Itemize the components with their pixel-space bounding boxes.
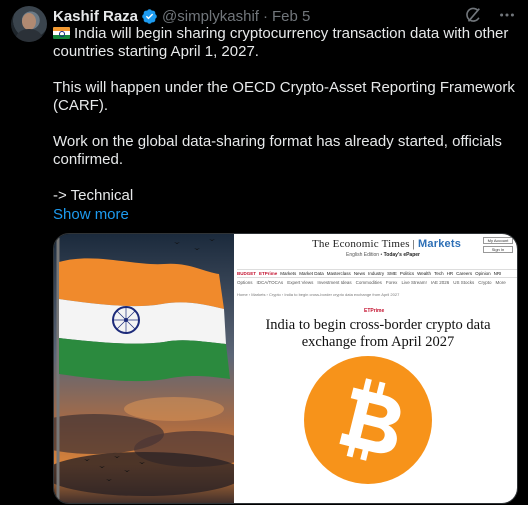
et-account-buttons: My Account Sign In bbox=[483, 237, 513, 253]
et-button: My Account bbox=[483, 237, 513, 244]
india-flag-emoji bbox=[53, 27, 70, 39]
economic-times-article: The Economic Times | Markets English Edi… bbox=[234, 234, 517, 503]
tweet-date[interactable]: Feb 5 bbox=[272, 8, 310, 25]
et-breadcrumb: Home › Markets › Crypto › India to begin… bbox=[237, 292, 400, 297]
grok-icon[interactable] bbox=[464, 6, 482, 24]
tweet-paragraph-1: India will begin sharing cryptocurrency … bbox=[53, 25, 509, 60]
et-masthead: The Economic Times | Markets bbox=[312, 238, 462, 250]
tweet-header: Kashif Raza @simplykashif · Feb 5 bbox=[53, 6, 310, 26]
separator-dot: · bbox=[262, 7, 268, 25]
tweet[interactable]: Kashif Raza @simplykashif · Feb 5 India … bbox=[0, 0, 528, 505]
et-button: Sign In bbox=[483, 246, 513, 253]
et-edition-line: English Edition • Today's ePaper bbox=[346, 252, 420, 258]
tweet-paragraph-4: -> Technical bbox=[53, 187, 134, 204]
avatar-face bbox=[22, 13, 36, 30]
author-handle[interactable]: @simplykashif bbox=[162, 8, 259, 25]
more-icon[interactable] bbox=[498, 6, 516, 24]
india-flag-photo bbox=[54, 234, 234, 503]
tweet-paragraph-2: This will happen under the OECD Crypto-A… bbox=[53, 79, 515, 114]
tweet-media[interactable]: The Economic Times | Markets English Edi… bbox=[53, 233, 518, 504]
author-name[interactable]: Kashif Raza bbox=[53, 8, 138, 25]
et-subnav: Options IDCA/TOCAs Expert Views Investme… bbox=[237, 280, 506, 285]
article-headline: India to begin cross-border crypto data … bbox=[265, 317, 491, 350]
et-prime-label: ETPrime bbox=[364, 308, 385, 314]
bitcoin-logo-icon bbox=[304, 356, 432, 484]
tweet-text: India will begin sharing cryptocurrency … bbox=[53, 25, 515, 205]
header-actions bbox=[464, 6, 516, 24]
avatar[interactable] bbox=[11, 6, 47, 42]
avatar-body bbox=[16, 29, 42, 42]
show-more-link[interactable]: Show more bbox=[53, 206, 129, 223]
verified-badge-icon bbox=[141, 8, 158, 25]
et-nav: BUDGET ETPrime Markets Market Data Maste… bbox=[237, 269, 517, 278]
tweet-paragraph-3: Work on the global data-sharing format h… bbox=[53, 133, 502, 168]
